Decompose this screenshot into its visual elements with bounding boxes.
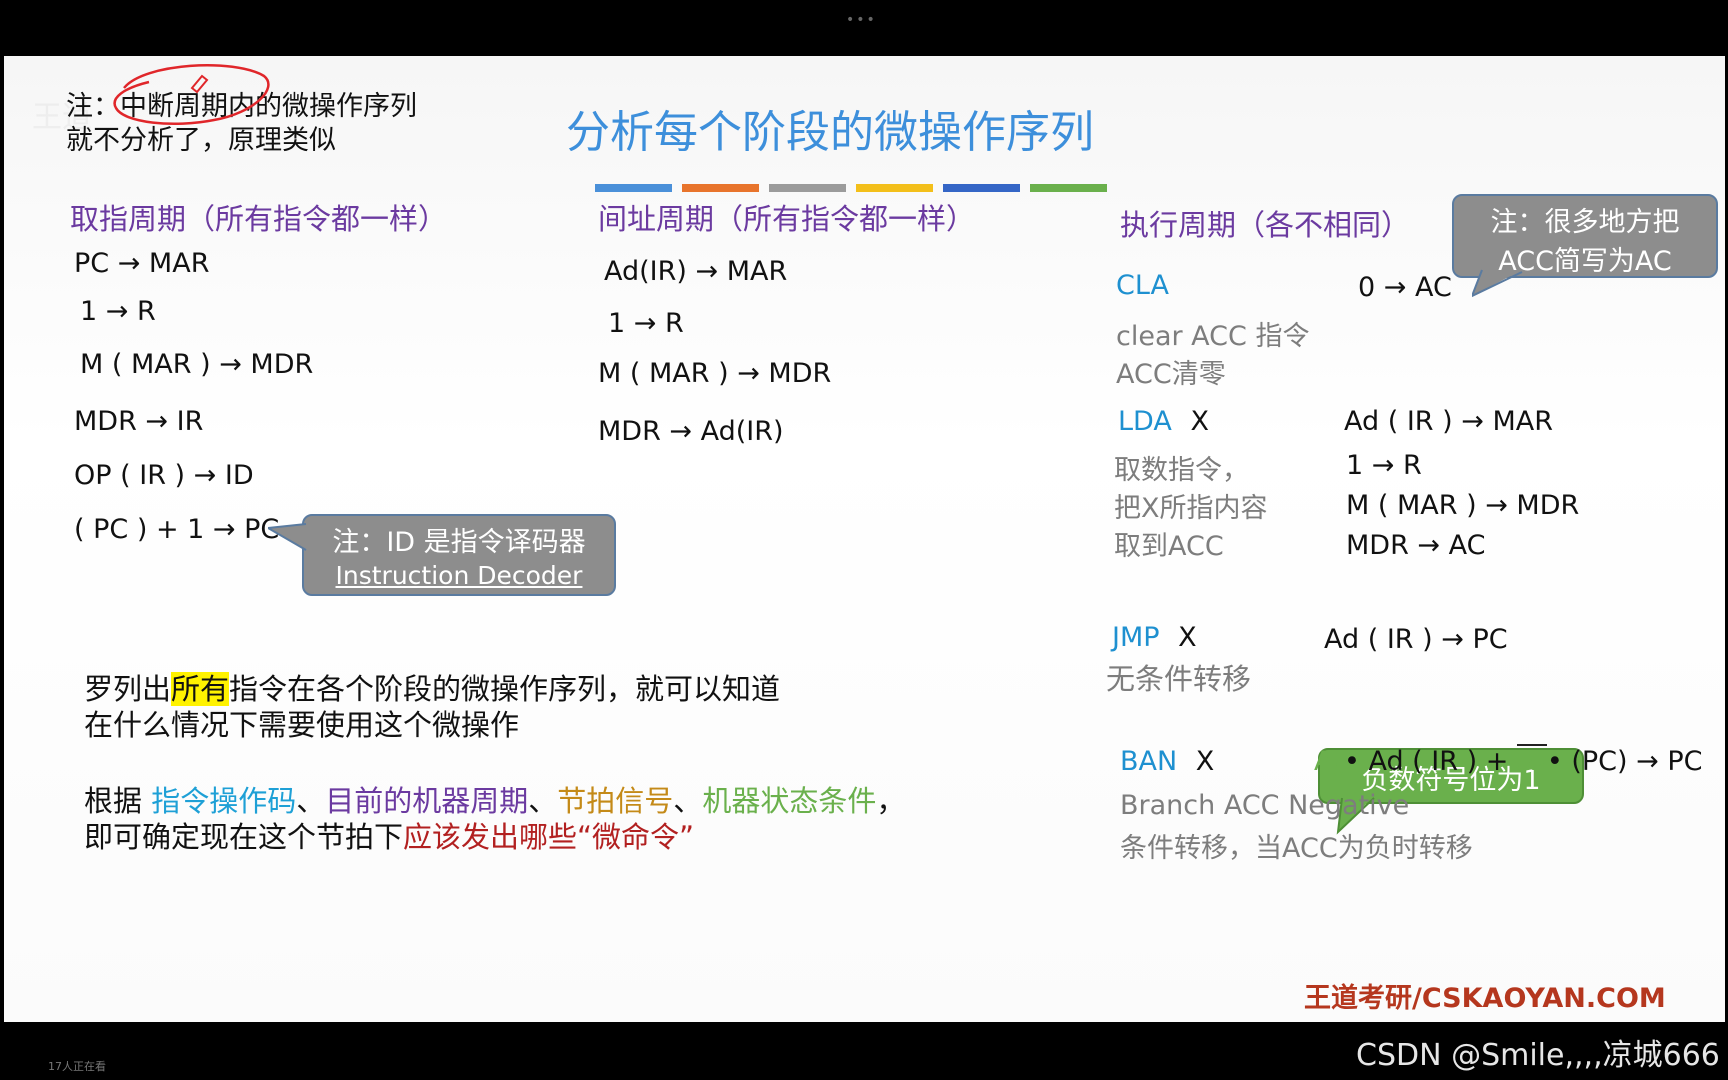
ban-instr: BAN X: [1120, 746, 1214, 777]
ban-desc2: 条件转移，当ACC为负时转移: [1120, 833, 1473, 864]
callout-acc: 注：很多地方把 ACC简写为AC: [1452, 194, 1718, 278]
lda-instr: LDA X: [1118, 406, 1209, 437]
cla-desc1: clear ACC 指令: [1116, 321, 1310, 352]
jmp-instr: JMP X: [1112, 622, 1197, 653]
color-bar-5: [943, 184, 1020, 192]
summary-p2-a: 根据: [84, 784, 152, 818]
ban-a0-letter: A: [1314, 746, 1333, 777]
fetch-op-1: PC → MAR: [74, 248, 210, 279]
summary-line2: 在什么情况下需要使用这个微操作: [84, 708, 520, 742]
lda-arg: X: [1190, 406, 1209, 437]
ban-op-end: • (PC) → PC: [1546, 746, 1703, 777]
ban-a0: A0: [1314, 746, 1344, 781]
jmp-op: Ad ( IR ) → PC: [1324, 624, 1508, 655]
indirect-op-4: MDR → Ad(IR): [598, 416, 784, 447]
color-bar-1: [595, 184, 672, 192]
window-menu-dots[interactable]: •••: [846, 12, 877, 28]
callout-acc-line1: 注：很多地方把: [1490, 207, 1680, 238]
fetch-op-6: ( PC ) + 1 → PC: [74, 514, 280, 545]
slide: 王道 注：中断周期内的微操作序列 就不分析了，原理类似 分析每个阶段的微操作序列…: [4, 56, 1725, 1022]
indirect-heading: 间址周期（所有指令都一样）: [598, 202, 976, 236]
lda-op-1: Ad ( IR ) → MAR: [1344, 406, 1553, 437]
summary-p1-b: 指令在各个阶段的微操作序列，就可以知道: [229, 672, 781, 706]
lda-desc1: 取数指令，: [1114, 455, 1249, 486]
color-bar-2: [682, 184, 759, 192]
summary-sep1: 、: [296, 784, 326, 818]
ban-name: BAN: [1120, 746, 1178, 777]
color-bars: [595, 184, 1107, 192]
color-bar-4: [856, 184, 933, 192]
ban-op: A0• Ad ( IR ) + A0• (PC) → PC: [1314, 744, 1703, 781]
ban-op-mid: • Ad ( IR ) +: [1343, 746, 1517, 777]
callout-id-tail: [268, 523, 307, 551]
jmp-name: JMP: [1112, 622, 1160, 653]
summary-beat: 节拍信号: [557, 784, 674, 818]
ban-arg: X: [1195, 746, 1215, 777]
summary-highlight-all: 所有: [171, 672, 230, 706]
summary-line4: 即可确定现在这个节拍下应该发出哪些“微命令”: [84, 814, 694, 856]
top-bar: •••: [0, 0, 1728, 55]
indirect-op-1: Ad(IR) → MAR: [604, 256, 788, 287]
ban-a0-sub: 0: [1332, 760, 1344, 781]
handwritten-circle-annotation: [113, 64, 270, 125]
summary-sep3: 、: [673, 784, 703, 818]
callout-id-line2: Instruction Decoder: [335, 561, 583, 590]
summary-end: ，: [876, 784, 906, 818]
ban-desc1: Branch ACC Negative: [1120, 790, 1410, 821]
callout-acc-tail: [1472, 269, 1523, 298]
callout-id-line1: 注：ID 是指令译码器: [332, 527, 586, 558]
csdn-watermark: CSDN @Smile,,,,凉城666: [1356, 1038, 1720, 1073]
bottom-bar: 17人正在看 CSDN @Smile,,,,凉城666: [0, 1022, 1728, 1080]
cla-desc2: ACC清零: [1116, 359, 1226, 390]
summary-opcode: 指令操作码: [151, 784, 297, 818]
summary-cycle: 目前的机器周期: [325, 784, 529, 818]
summary-sep2: 、: [528, 784, 558, 818]
fetch-op-4: MDR → IR: [74, 406, 204, 437]
indirect-op-3: M ( MAR ) → MDR: [598, 358, 832, 389]
ban-a0bar-letter: A: [1516, 746, 1536, 777]
lda-name: LDA: [1118, 406, 1172, 437]
ban-a0-bar: A0: [1516, 744, 1547, 781]
cla-op: 0 → AC: [1358, 272, 1452, 303]
jmp-arg: X: [1178, 622, 1197, 653]
lda-desc3: 取到ACC: [1114, 531, 1224, 562]
fetch-heading: 取指周期（所有指令都一样）: [70, 202, 448, 236]
color-bar-3: [769, 184, 846, 192]
color-bar-6: [1030, 184, 1107, 192]
lda-op-4: MDR → AC: [1346, 530, 1486, 561]
execute-heading: 执行周期（各不相同）: [1120, 208, 1411, 242]
summary-p1-a: 罗列出: [84, 672, 172, 706]
cla-name: CLA: [1116, 270, 1169, 301]
viewer-count: 17人正在看: [48, 1060, 106, 1073]
indirect-op-2: 1 → R: [608, 308, 684, 339]
fetch-op-3: M ( MAR ) → MDR: [80, 349, 314, 380]
brand-label: 王道考研/CSKAOYAN.COM: [1304, 983, 1666, 1014]
lda-desc2: 把X所指内容: [1114, 493, 1268, 524]
fetch-op-5: OP ( IR ) → ID: [74, 460, 254, 491]
callout-id-decoder: 注：ID 是指令译码器 Instruction Decoder: [302, 514, 616, 596]
lda-op-3: M ( MAR ) → MDR: [1346, 490, 1580, 521]
summary-state: 机器状态条件: [702, 784, 877, 818]
summary-p3-a: 即可确定现在这个节拍下: [84, 820, 404, 854]
page-title: 分析每个阶段的微操作序列: [566, 107, 1094, 158]
fetch-op-2: 1 → R: [80, 296, 156, 327]
lda-op-2: 1 → R: [1346, 450, 1422, 481]
ban-a0bar-sub: 0: [1535, 760, 1547, 781]
jmp-desc: 无条件转移: [1106, 662, 1252, 696]
summary-p3-red: 应该发出哪些“微命令”: [403, 820, 695, 854]
